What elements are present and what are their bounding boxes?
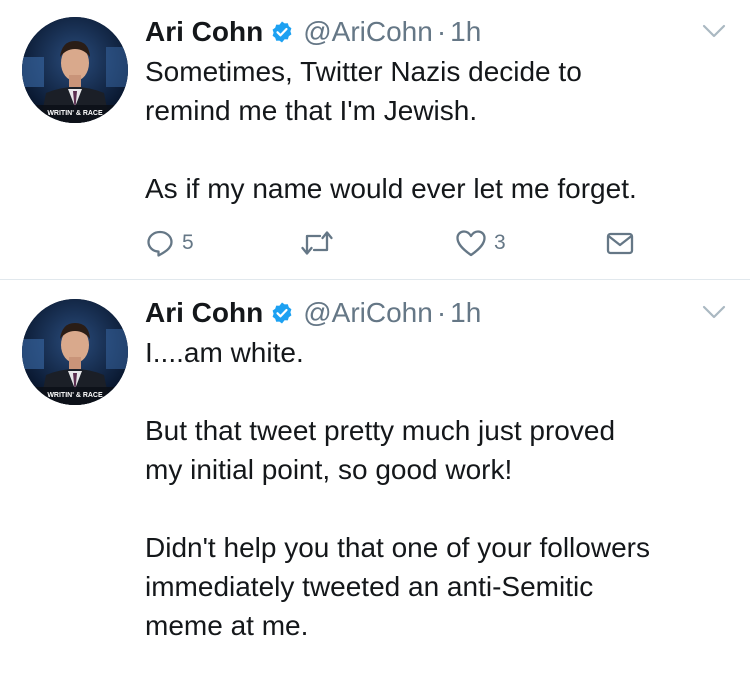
- verified-badge-icon: [270, 301, 294, 325]
- reply-icon: [147, 230, 173, 257]
- envelope-icon: [606, 232, 634, 255]
- separator-dot: ·: [436, 297, 447, 328]
- separator-dot: ·: [436, 16, 447, 47]
- avatar[interactable]: WRITIN' & RACE: [22, 299, 128, 405]
- like-count: 3: [494, 231, 506, 254]
- heart-icon: [456, 230, 486, 257]
- svg-text:WRITIN' & RACE: WRITIN' & RACE: [47, 392, 103, 399]
- author-name[interactable]: Ari Cohn: [145, 297, 263, 329]
- chevron-down-icon[interactable]: [702, 303, 726, 321]
- tweet-text: Sometimes, Twitter Nazis decide to remin…: [145, 56, 637, 204]
- author-name[interactable]: Ari Cohn: [145, 16, 263, 48]
- timestamp[interactable]: 1h: [450, 16, 481, 48]
- retweet-icon: [301, 231, 333, 255]
- like-button[interactable]: 3: [455, 226, 506, 260]
- svg-text:WRITIN' & RACE: WRITIN' & RACE: [47, 110, 103, 117]
- tweet[interactable]: WRITIN' & RACE Ari Cohn @AriCohn · 1h I.…: [0, 281, 750, 694]
- tweet[interactable]: WRITIN' & RACE Ari Cohn @AriCohn · 1h So…: [0, 0, 750, 280]
- verified-badge-icon: [270, 20, 294, 44]
- timestamp[interactable]: 1h: [450, 297, 481, 329]
- author-handle[interactable]: @AriCohn: [303, 297, 433, 329]
- retweet-button[interactable]: [300, 226, 334, 260]
- direct-message-button[interactable]: [605, 226, 635, 260]
- avatar-photo: WRITIN' & RACE: [22, 299, 128, 405]
- tweet-actions: 5 3: [145, 226, 645, 260]
- reply-count: 5: [182, 231, 194, 254]
- avatar-photo: WRITIN' & RACE: [22, 17, 128, 123]
- tweet-text: I....am white. But that tweet pretty muc…: [145, 337, 650, 641]
- chevron-down-icon[interactable]: [702, 22, 726, 40]
- author-handle[interactable]: @AriCohn: [303, 16, 433, 48]
- tweet-header: Ari Cohn @AriCohn · 1h: [145, 293, 481, 333]
- reply-button[interactable]: 5: [145, 226, 194, 260]
- avatar[interactable]: WRITIN' & RACE: [22, 17, 128, 123]
- tweet-header: Ari Cohn @AriCohn · 1h: [145, 12, 481, 52]
